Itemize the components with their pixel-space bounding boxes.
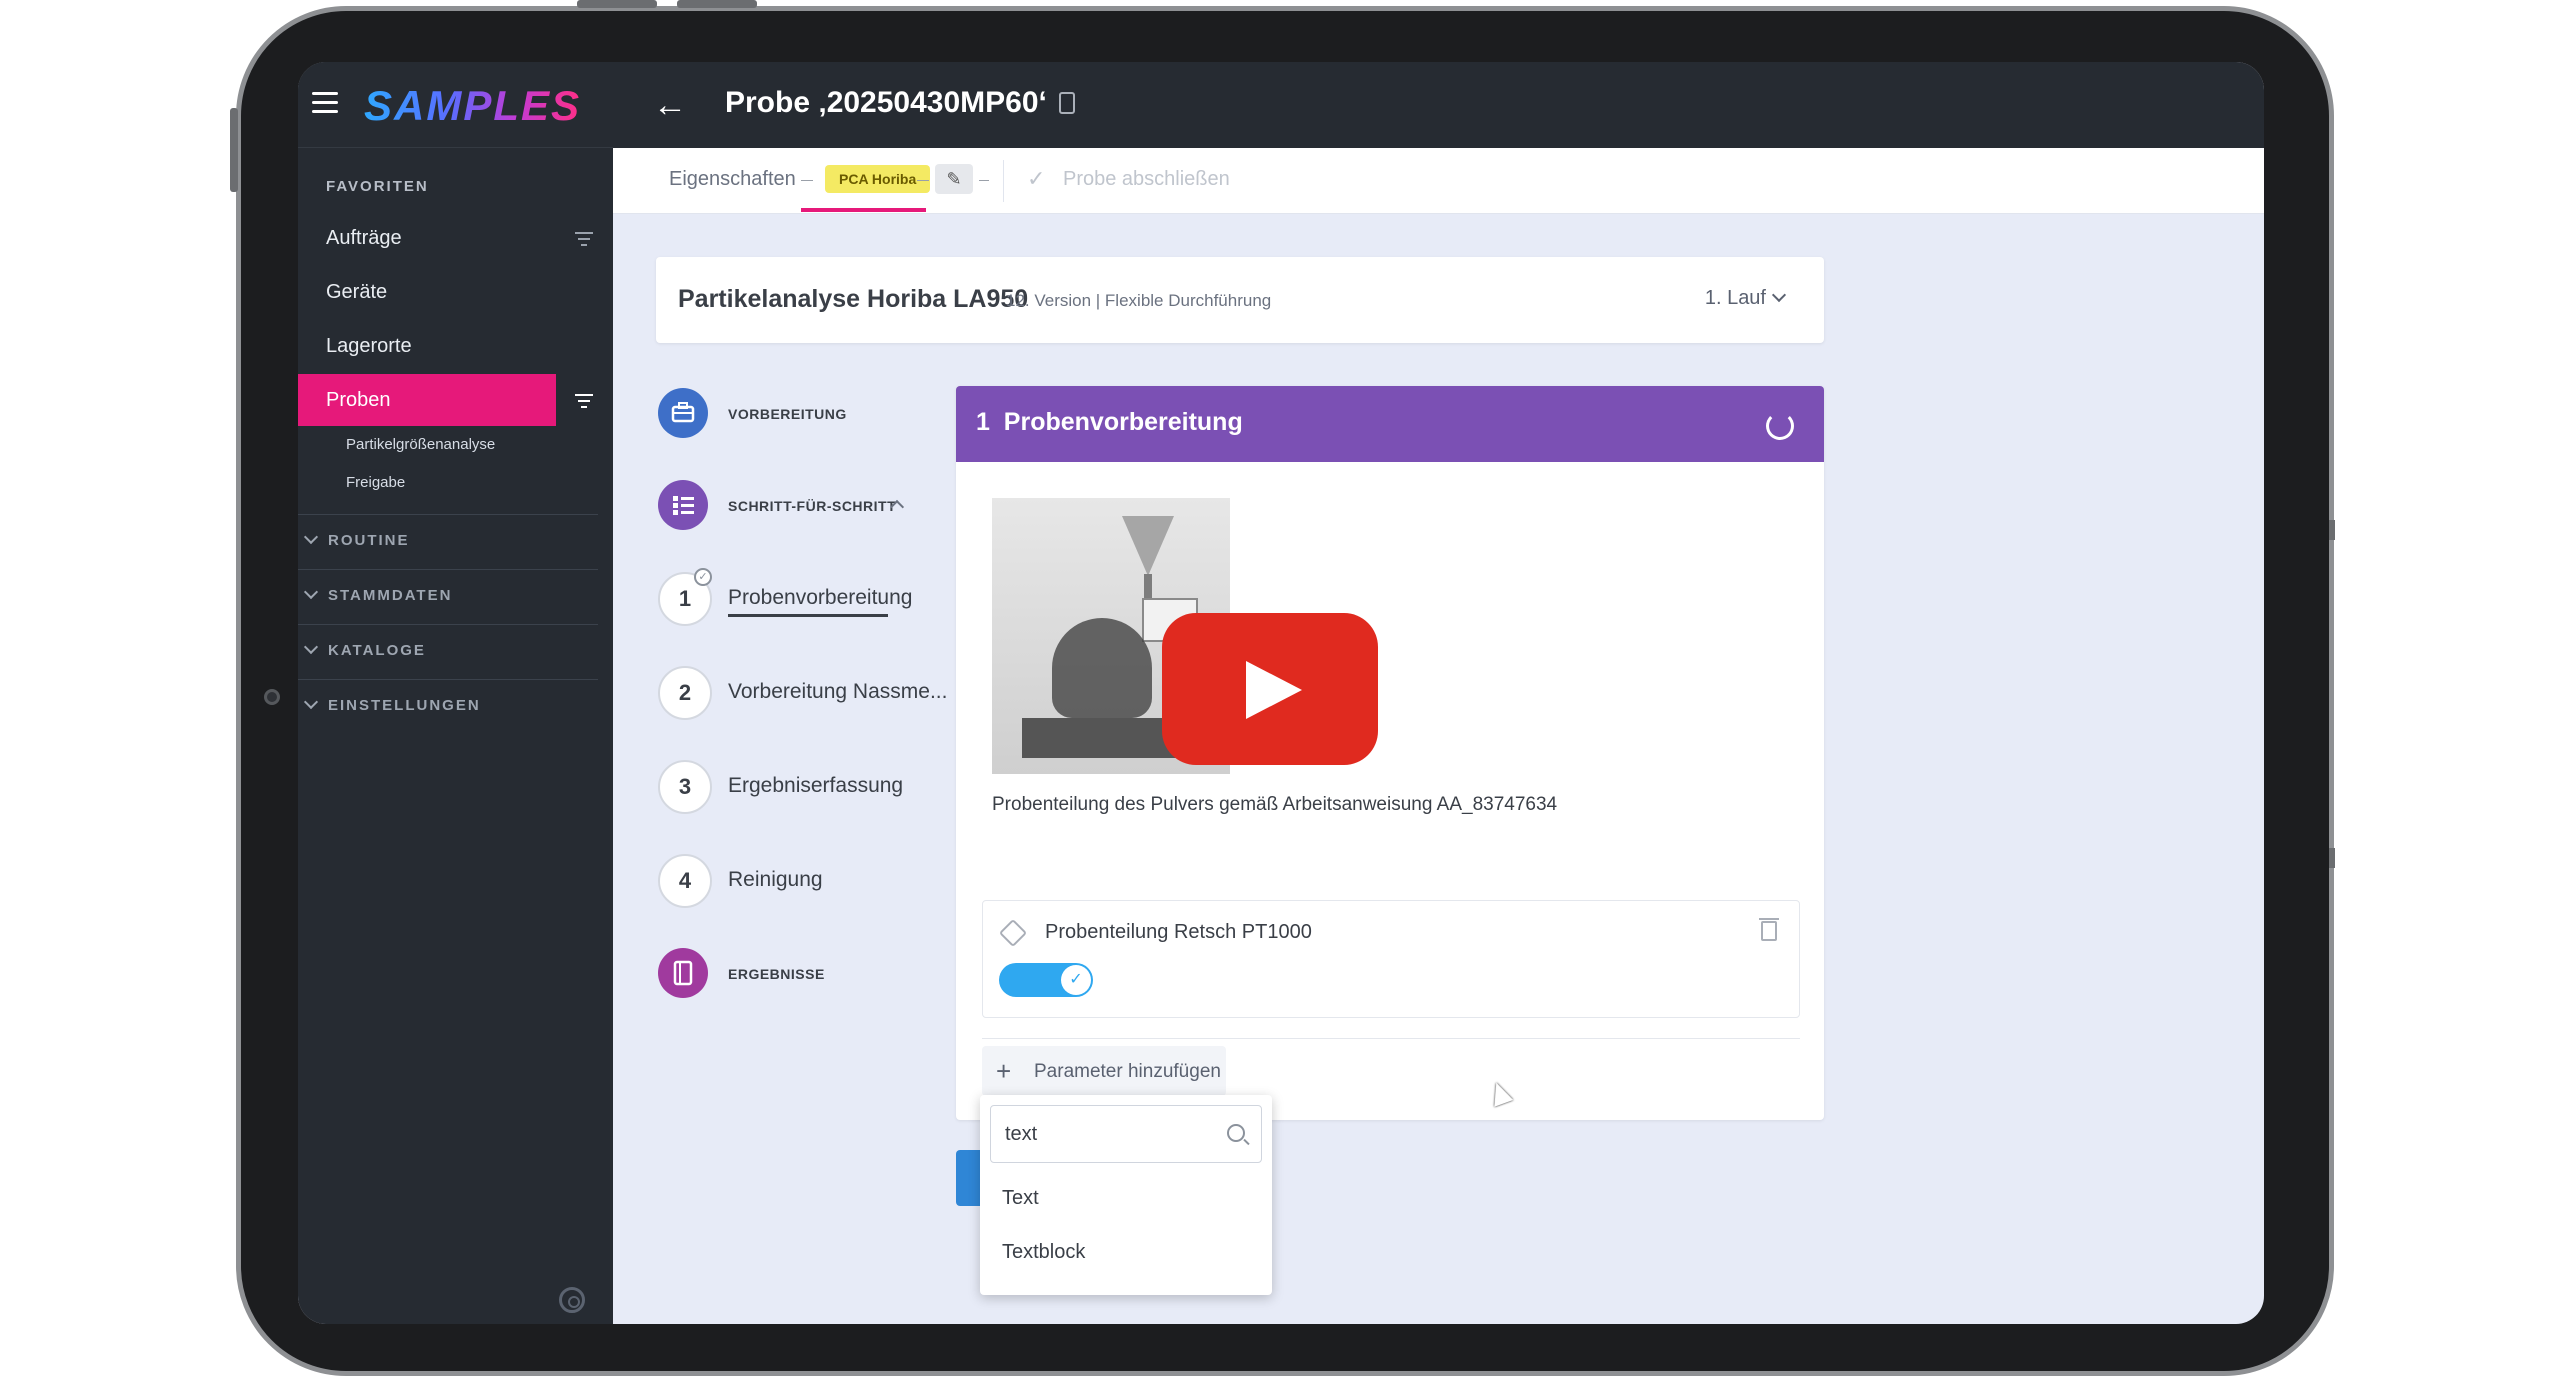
play-icon [1246, 661, 1302, 719]
sidebar-item-geraete[interactable]: Geräte [298, 266, 556, 318]
chevron-down-icon [303, 584, 319, 600]
gear-icon[interactable] [559, 1287, 585, 1313]
chevron-down-icon [1771, 287, 1787, 303]
sidebar-subitem-freigabe[interactable]: Freigabe [346, 474, 405, 491]
tag-icon [998, 918, 1028, 948]
search-icon [1227, 1124, 1245, 1142]
tab-connector [979, 180, 989, 181]
divider [1003, 160, 1004, 202]
step-card: 1 Probenvorbereitung Probenteilung des P… [956, 386, 1824, 1120]
tab-connector [917, 180, 929, 181]
app-logo: SAMPLES [364, 82, 582, 129]
step-3-label[interactable]: Ergebniserfassung [728, 774, 903, 798]
run-select[interactable]: 1. Lauf [1704, 287, 1787, 310]
hardware-button [230, 108, 238, 192]
method-title: Partikelanalyse Horiba LA950 [678, 285, 1029, 313]
step-1-label[interactable]: Probenvorbereitung [728, 586, 912, 610]
step-4-label[interactable]: Reinigung [728, 868, 823, 892]
group-label: STAMMDATEN [328, 587, 453, 604]
nav-results[interactable]: ERGEBNISSE [728, 966, 825, 982]
hardware-button [577, 0, 657, 8]
book-icon[interactable] [658, 948, 708, 998]
refresh-icon[interactable] [1766, 412, 1794, 440]
method-card: Partikelanalyse Horiba LA950 12. Version… [656, 257, 1824, 343]
filter-icon[interactable] [575, 394, 593, 408]
header: ← Probe ‚20250430MP60‘ [613, 62, 2264, 148]
divider [298, 569, 598, 570]
step-header: 1 Probenvorbereitung [956, 386, 1824, 462]
group-label: KATALOGE [328, 642, 426, 659]
tab-eigenschaften[interactable]: Eigenschaften [669, 168, 796, 191]
group-stammdaten[interactable]: STAMMDATEN [303, 584, 453, 604]
option-text[interactable]: Text [1002, 1187, 1039, 1210]
chevron-down-icon [303, 529, 319, 545]
active-step-indicator [728, 614, 888, 617]
trash-icon[interactable] [1759, 918, 1779, 941]
step-number-3[interactable]: 3 [658, 760, 712, 814]
parameter-card: Probenteilung Retsch PT1000 ✓ [982, 900, 1800, 1018]
favorites-label: FAVORITEN [326, 178, 429, 195]
sidebar: SAMPLES FAVORITEN Aufträge Geräte Lagero… [298, 62, 613, 1324]
sidebar-item-proben[interactable]: Proben [298, 374, 556, 426]
group-kataloge[interactable]: KATALOGE [303, 639, 426, 659]
step-2-label[interactable]: Vorbereitung Nassme... [728, 680, 947, 704]
hardware-button [2329, 848, 2335, 868]
sidebar-item-label: Lagerorte [326, 335, 412, 357]
check-icon: ✓ [1027, 166, 1046, 191]
add-parameter-label: Parameter hinzufügen [1034, 1061, 1221, 1082]
sidebar-item-label: Geräte [326, 281, 388, 303]
back-arrow-icon[interactable]: ← [653, 88, 687, 122]
briefcase-icon[interactable] [658, 388, 708, 438]
group-label: EINSTELLUNGEN [328, 697, 481, 714]
active-tab-indicator [801, 208, 926, 212]
search-input[interactable] [991, 1106, 1221, 1162]
divider [298, 679, 598, 680]
hardware-button [2329, 520, 2335, 540]
list-icon[interactable] [658, 480, 708, 530]
divider [298, 624, 598, 625]
group-einstellungen[interactable]: EINSTELLUNGEN [303, 694, 481, 714]
camera-icon [264, 689, 280, 705]
nav-step-by-step[interactable]: SCHRITT-FÜR-SCHRITT [728, 498, 896, 514]
finish-sample-button[interactable]: Probe abschließen [1063, 168, 1230, 191]
edit-icon[interactable]: ✎ [935, 164, 973, 194]
add-parameter-button[interactable]: + Parameter hinzufügen [982, 1046, 1226, 1096]
sidebar-item-auftraege[interactable]: Aufträge [298, 212, 556, 264]
hardware-button [677, 0, 757, 8]
method-subtitle: 12. Version | Flexible Durchführung [1006, 291, 1272, 310]
page-title: Probe ‚20250430MP60‘ [725, 86, 1047, 119]
tab-connector [801, 180, 813, 181]
tab-pca-horiba[interactable]: PCA Horiba [825, 165, 931, 193]
nav-preparation[interactable]: VORBEREITUNG [728, 406, 847, 422]
youtube-play-button[interactable] [1162, 613, 1378, 765]
check-icon: ✓ [1061, 965, 1091, 995]
sidebar-item-label: Aufträge [326, 227, 402, 249]
chevron-down-icon [303, 639, 319, 655]
parameter-toggle[interactable]: ✓ [999, 963, 1093, 997]
plus-icon: + [996, 1056, 1012, 1086]
menu-icon[interactable] [312, 92, 338, 114]
brand-bar: SAMPLES [298, 62, 613, 148]
divider [982, 1038, 1800, 1039]
group-label: ROUTINE [328, 532, 410, 549]
divider [298, 514, 598, 515]
step-number-2[interactable]: 2 [658, 666, 712, 720]
filter-icon[interactable] [575, 232, 593, 246]
chevron-down-icon [303, 694, 319, 710]
sidebar-item-label: Proben [326, 389, 391, 411]
check-icon: ✓ [694, 568, 712, 586]
step-number-4[interactable]: 4 [658, 854, 712, 908]
option-textblock[interactable]: Textblock [1002, 1241, 1085, 1264]
step-title: 1 Probenvorbereitung [976, 408, 1243, 436]
copy-icon[interactable] [1059, 92, 1075, 114]
sidebar-subitem-partikelgroessenanalyse[interactable]: Partikelgrößenanalyse [346, 436, 495, 453]
parameter-search-dropdown: Text Textblock [980, 1095, 1272, 1295]
search-field [990, 1105, 1262, 1163]
group-routine[interactable]: ROUTINE [303, 529, 410, 549]
run-select-label: 1. Lauf [1704, 287, 1766, 309]
step-description: Probenteilung des Pulvers gemäß Arbeitsa… [992, 794, 1558, 815]
sidebar-item-lagerorte[interactable]: Lagerorte [298, 320, 556, 372]
parameter-name: Probenteilung Retsch PT1000 [1045, 921, 1312, 943]
tab-strip: Eigenschaften PCA Horiba ✎ ✓ Probe absch… [613, 148, 2264, 214]
